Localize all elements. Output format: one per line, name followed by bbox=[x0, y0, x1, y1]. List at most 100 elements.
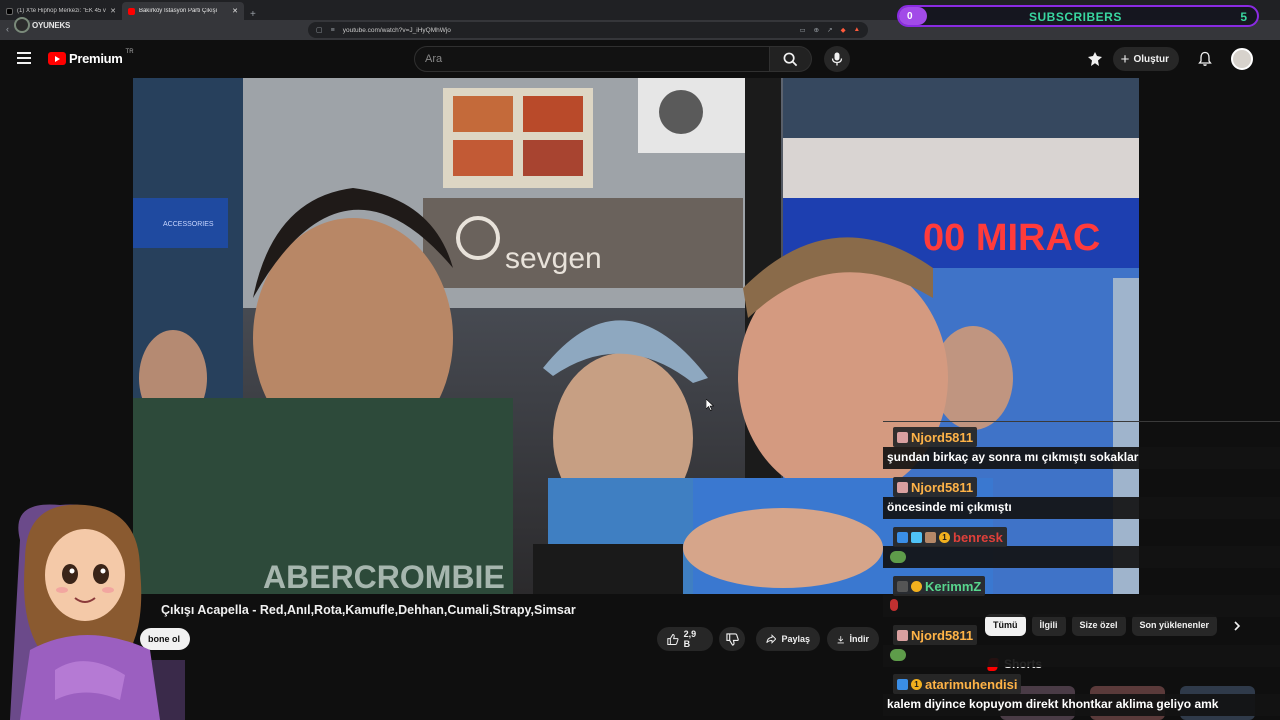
subscriber-label: SUBSCRIBERS bbox=[1029, 10, 1122, 24]
site-info-icon[interactable]: ≡ bbox=[331, 27, 335, 34]
chat-username: KerimmZ bbox=[925, 578, 982, 594]
tab-label: (1) X'te Hiphop Merkezi: "EK 45 ve II bbox=[16, 8, 107, 14]
chat-message-bg bbox=[883, 546, 1280, 568]
logo-mark-icon bbox=[14, 17, 30, 33]
microphone-icon bbox=[831, 52, 843, 66]
share-label: Paylaş bbox=[781, 634, 810, 644]
chat-username: atarimuhendisi bbox=[925, 676, 1018, 692]
zoom-icon[interactable]: ⊕ bbox=[814, 26, 819, 34]
verified-badge-icon bbox=[897, 531, 908, 543]
chips-next-button[interactable] bbox=[1228, 617, 1246, 635]
brand-name: Premium bbox=[69, 51, 123, 66]
chip-for-you[interactable]: Size özel bbox=[1071, 614, 1126, 636]
chat-username: Njord5811 bbox=[911, 429, 974, 445]
chat-username-tag: 1 atarimuhendisi bbox=[893, 674, 1022, 694]
description-area[interactable] bbox=[140, 663, 880, 720]
chat-username: benresk bbox=[953, 529, 1003, 545]
streamer-avatar-illustration bbox=[10, 504, 185, 720]
chat-username-tag: KerimmZ bbox=[893, 576, 986, 596]
region-code: TR bbox=[125, 48, 134, 55]
dislike-button[interactable] bbox=[719, 627, 745, 651]
led-sign: 00 MIRAC bbox=[923, 217, 1100, 259]
chat-divider bbox=[883, 421, 1280, 422]
cube-badge-icon bbox=[911, 531, 922, 543]
store-small-sign: ACCESSORIES bbox=[163, 221, 214, 228]
alert-icon[interactable]: ▲ bbox=[854, 26, 860, 34]
share-button[interactable]: Paylaş bbox=[756, 627, 820, 651]
frog-emote-icon bbox=[890, 649, 906, 661]
download-icon bbox=[837, 635, 844, 643]
channel-logo-overlay: OYUNEKS bbox=[14, 15, 78, 35]
search-bar bbox=[414, 46, 812, 72]
chat-message: kalem diyince kopuyom direkt khontkar ak… bbox=[887, 697, 1219, 711]
logo-text: OYUNEKS bbox=[32, 20, 71, 30]
video-title: Çıkışı Acapella - Red,Anıl,Rota,Kamufle,… bbox=[161, 603, 576, 617]
ac-fan bbox=[659, 90, 703, 134]
voice-search-button[interactable] bbox=[824, 46, 850, 72]
youtube-play-icon bbox=[48, 52, 66, 65]
chat-message-bg bbox=[883, 645, 1280, 667]
thumbs-up-icon bbox=[667, 633, 679, 645]
subscriber-goal: 5 bbox=[1240, 10, 1247, 24]
create-button[interactable]: + Oluştur bbox=[1112, 47, 1179, 71]
chip-all[interactable]: Tümü bbox=[985, 614, 1026, 636]
bookmark-star-icon[interactable]: ▢ bbox=[316, 26, 323, 34]
search-icon bbox=[783, 52, 798, 66]
cast-icon[interactable]: ▭ bbox=[800, 26, 806, 34]
search-button[interactable] bbox=[770, 46, 812, 72]
youtube-favicon-icon bbox=[128, 7, 135, 15]
chip-recent[interactable]: Son yüklenenler bbox=[1131, 614, 1218, 636]
shop-sign: sevgen bbox=[505, 242, 602, 275]
chevron-right-icon bbox=[1234, 621, 1241, 631]
tab-label: Bakırköy İstasyon Parti Çıkışı bbox=[138, 8, 218, 14]
url-field[interactable]: ▢ ≡ youtube.com/watch?v=J_iHyQMhWjo ▭ ⊕ … bbox=[308, 22, 868, 38]
subscriber-badge-icon bbox=[897, 629, 908, 641]
search-input[interactable] bbox=[414, 46, 770, 72]
rose-emote-icon bbox=[890, 599, 898, 611]
coin-badge-icon bbox=[911, 580, 922, 592]
youtube-header: Premium TR + Oluştur bbox=[0, 40, 1280, 78]
premium-features-icon[interactable] bbox=[1087, 51, 1103, 67]
gift-count-badge: 1 bbox=[911, 678, 922, 690]
share-page-icon[interactable]: ↗ bbox=[827, 26, 832, 34]
subscriber-progress-fill bbox=[899, 7, 927, 25]
subscriber-goal-overlay: 0 SUBSCRIBERS 5 bbox=[897, 5, 1259, 27]
notifications-bell-icon[interactable] bbox=[1197, 51, 1213, 67]
related-filter-chips: Tümü İlgili Size özel Son yüklenenler bbox=[985, 614, 1218, 636]
frog-emote-icon bbox=[890, 551, 906, 563]
new-tab-icon[interactable]: + bbox=[244, 9, 262, 20]
thumbs-down-icon bbox=[725, 632, 739, 646]
chat-username-tag: 1 benresk bbox=[893, 527, 1007, 547]
header-actions: + Oluştur bbox=[1087, 40, 1280, 78]
download-label: İndir bbox=[849, 634, 870, 644]
mouse-cursor-icon bbox=[706, 399, 714, 411]
subscriber-badge-icon bbox=[897, 431, 908, 443]
chat-message: öncesinde mi çıkmıştı bbox=[887, 500, 1012, 514]
chat-message-bg bbox=[883, 595, 1280, 617]
chat-username-tag: Njord5811 bbox=[893, 427, 978, 447]
pet-badge-icon bbox=[925, 531, 936, 543]
chip-related[interactable]: İlgili bbox=[1031, 614, 1066, 636]
shield-icon[interactable]: ◆ bbox=[841, 26, 846, 34]
verified-badge-icon bbox=[897, 678, 908, 690]
close-tab-icon[interactable]: ✕ bbox=[110, 7, 116, 15]
x-favicon-icon bbox=[6, 7, 13, 15]
menu-icon[interactable] bbox=[17, 52, 31, 64]
back-icon[interactable]: ‹ bbox=[6, 24, 9, 34]
account-avatar[interactable] bbox=[1231, 48, 1253, 70]
like-button[interactable]: 2,9 B bbox=[657, 627, 713, 651]
shirt-text: ABERCROMBIE bbox=[263, 559, 505, 594]
subscriber-badge-icon bbox=[897, 580, 908, 592]
chat-username: Njord5811 bbox=[911, 627, 974, 643]
url-text: youtube.com/watch?v=J_iHyQMhWjo bbox=[342, 26, 451, 34]
share-arrow-icon bbox=[766, 634, 777, 644]
browser-tab-2[interactable]: Bakırköy İstasyon Parti Çıkışı ✕ bbox=[122, 2, 244, 20]
chat-message: şundan birkaç ay sonra mı çıkmıştı sokak… bbox=[887, 450, 1139, 464]
download-button[interactable]: İndir bbox=[827, 627, 879, 651]
like-count: 2,9 B bbox=[683, 629, 697, 649]
youtube-logo[interactable]: Premium TR bbox=[48, 48, 134, 66]
chat-username-tag: Njord5811 bbox=[893, 625, 978, 645]
close-tab-icon[interactable]: ✕ bbox=[232, 7, 238, 15]
gift-count-badge: 1 bbox=[939, 531, 950, 543]
chat-username: Njord5811 bbox=[911, 479, 974, 495]
